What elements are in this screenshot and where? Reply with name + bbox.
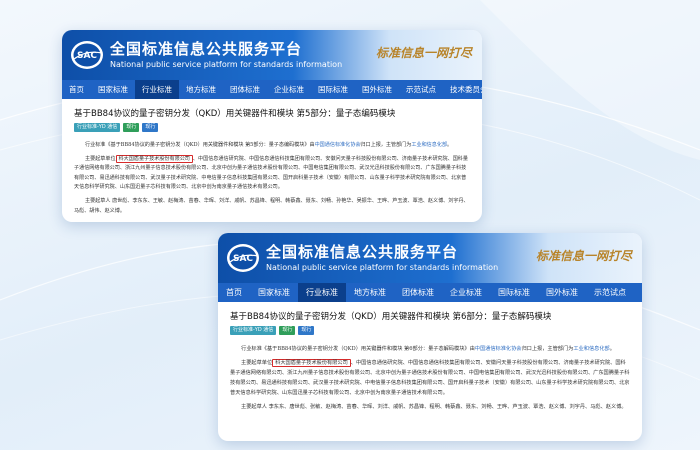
status-tags: 行业标准-YD 通信 现行 现行 bbox=[230, 326, 630, 335]
status-badge: 现行 bbox=[142, 123, 159, 132]
site-header: SAC 全国标准信息公共服务平台 National public service… bbox=[62, 30, 482, 80]
standard-detail: 基于BB84协议的量子密钥分发（QKD）用关键器件和模块 第6部分：量子态解码模… bbox=[218, 302, 642, 412]
logo-text: SAC bbox=[77, 51, 97, 61]
main-nav: 首页 国家标准 行业标准 地方标准 团体标准 企业标准 国际标准 国外标准 示范… bbox=[218, 283, 642, 302]
sac-logo: SAC bbox=[227, 244, 259, 272]
status-badge: 现行 bbox=[123, 123, 140, 132]
sac-logo: SAC bbox=[71, 41, 103, 69]
intro-paragraph: 行业标准《基于BB84协议的量子密钥分发（QKD）用关键器件和模块 第5部分：量… bbox=[74, 141, 470, 151]
nav-industry-standard[interactable]: 行业标准 bbox=[135, 80, 179, 99]
intro-text: 归口上报，主管部门为 bbox=[521, 346, 574, 352]
highlighted-unit: 科大国盾量子技术股份有限公司 bbox=[272, 359, 351, 367]
miit-link[interactable]: 工业和信息化部 bbox=[411, 142, 447, 148]
ccsa-link[interactable]: 中国通信标准化协会 bbox=[475, 346, 522, 352]
status-tags: 行业标准-YD 通信 现行 现行 bbox=[74, 123, 470, 132]
nav-industry-standard[interactable]: 行业标准 bbox=[298, 283, 346, 302]
site-title: 全国标准信息公共服务平台 bbox=[266, 243, 459, 261]
main-nav: 首页 国家标准 行业标准 地方标准 团体标准 企业标准 国际标准 国外标准 示范… bbox=[62, 80, 482, 99]
nav-foreign-standard[interactable]: 国外标准 bbox=[538, 283, 586, 302]
standard-title: 基于BB84协议的量子密钥分发（QKD）用关键器件和模块 第6部分：量子态解码模… bbox=[230, 312, 552, 322]
site-title: 全国标准信息公共服务平台 bbox=[110, 40, 303, 58]
site-subtitle: National public service platform for sta… bbox=[110, 60, 343, 69]
site-subtitle: National public service platform for sta… bbox=[266, 263, 499, 272]
standard-title: 基于BB84协议的量子密钥分发（QKD）用关键器件和模块 第5部分：量子态编码模… bbox=[74, 109, 396, 119]
nav-demo-pilot[interactable]: 示范试点 bbox=[399, 80, 443, 99]
screenshot-card-part5: SAC 全国标准信息公共服务平台 National public service… bbox=[62, 30, 482, 222]
nav-demo-pilot[interactable]: 示范试点 bbox=[586, 283, 634, 302]
nav-tech-committee[interactable]: 技术委员会 bbox=[634, 283, 642, 302]
nav-enterprise-standard[interactable]: 企业标准 bbox=[267, 80, 311, 99]
ccsa-link[interactable]: 中国通信标准化协会 bbox=[315, 142, 361, 148]
status-badge: 现行 bbox=[298, 326, 315, 335]
highlighted-unit: 科大国盾量子技术股份有限公司 bbox=[115, 154, 193, 163]
standard-detail: 基于BB84协议的量子密钥分发（QKD）用关键器件和模块 第5部分：量子态编码模… bbox=[62, 99, 482, 216]
nav-international-standard[interactable]: 国际标准 bbox=[311, 80, 355, 99]
nav-local-standard[interactable]: 地方标准 bbox=[346, 283, 394, 302]
nav-foreign-standard[interactable]: 国外标准 bbox=[355, 80, 399, 99]
logo-text: SAC bbox=[233, 254, 253, 264]
screenshot-card-part6: SAC 全国标准信息公共服务平台 National public service… bbox=[218, 233, 642, 441]
nav-national-standard[interactable]: 国家标准 bbox=[91, 80, 135, 99]
nav-international-standard[interactable]: 国际标准 bbox=[490, 283, 538, 302]
nav-group-standard[interactable]: 团体标准 bbox=[394, 283, 442, 302]
nav-enterprise-standard[interactable]: 企业标准 bbox=[442, 283, 490, 302]
status-badge: 现行 bbox=[279, 326, 296, 335]
site-slogan: 标准信息一网打尽 bbox=[535, 249, 632, 263]
nav-home[interactable]: 首页 bbox=[218, 283, 250, 302]
intro-text: 行业标准《基于BB84协议的量子密钥分发（QKD）用关键器件和模块 第5部分：量… bbox=[85, 142, 315, 148]
miit-link[interactable]: 工业和信息化部 bbox=[573, 346, 609, 352]
site-slogan: 标准信息一网打尽 bbox=[375, 46, 472, 60]
drafting-units-paragraph: 主要起草单位 科大国盾量子技术股份有限公司 、中国信息通信研究院、中国信息通信科技集… bbox=[74, 154, 470, 193]
intro-text: 行业标准《基于BB84协议的量子密钥分发（QKD）用关键器件和模块 第6部分：量… bbox=[241, 346, 475, 352]
intro-text: 。 bbox=[609, 346, 615, 352]
site-header: SAC 全国标准信息公共服务平台 National public service… bbox=[218, 233, 642, 283]
nav-tech-committee[interactable]: 技术委员会 bbox=[443, 80, 482, 99]
drafting-units-paragraph: 主要起草单位 科大国盾量子技术股份有限公司 、中国信息通信研究院、中国信息通信科技集… bbox=[230, 358, 630, 398]
drafters-paragraph: 主要起草人 李东东、唐世彪、张敏、赵梅涛、苗春、华晖、刘洋、戚帆、苏昌锋、程明、… bbox=[241, 404, 627, 410]
drafting-units-label: 主要起草单位 bbox=[85, 155, 116, 162]
intro-paragraph: 行业标准《基于BB84协议的量子密钥分发（QKD）用关键器件和模块 第6部分：量… bbox=[230, 344, 630, 354]
nav-home[interactable]: 首页 bbox=[62, 80, 91, 99]
category-badge[interactable]: 行业标准-YD 通信 bbox=[74, 123, 121, 132]
intro-text: 。 bbox=[447, 142, 453, 148]
category-badge[interactable]: 行业标准-YD 通信 bbox=[230, 326, 277, 335]
nav-national-standard[interactable]: 国家标准 bbox=[250, 283, 298, 302]
nav-group-standard[interactable]: 团体标准 bbox=[223, 80, 267, 99]
intro-text: 归口上报，主管部门为 bbox=[360, 142, 412, 148]
drafting-units-label: 主要起草单位 bbox=[241, 360, 273, 366]
drafters-paragraph: 主要起草人 唐世彪、李东东、王敏、赵梅涛、苗春、华晖、刘洋、戚帆、苏昌锋、程明、… bbox=[74, 197, 469, 214]
nav-local-standard[interactable]: 地方标准 bbox=[179, 80, 223, 99]
